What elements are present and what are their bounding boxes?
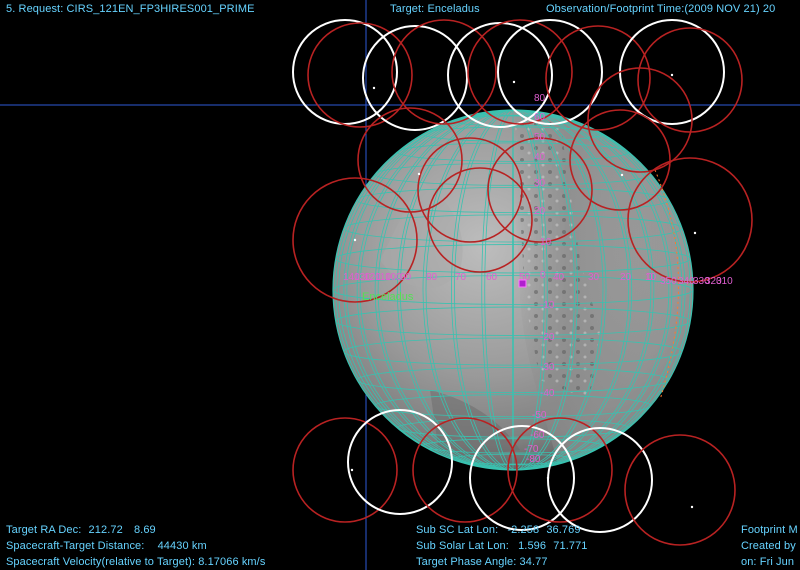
footprint-mode-label: Footprint M xyxy=(741,524,798,536)
longitude-label: 60 xyxy=(486,272,498,283)
latitude-label: 0 xyxy=(540,270,546,281)
footprint-ring-red xyxy=(637,27,743,133)
sub-sc-row: Sub SC Lat Lon: -2.258 36.769 xyxy=(416,524,581,536)
target-label: Target: Enceladus xyxy=(390,3,480,15)
footprint-ring-red xyxy=(292,417,398,523)
distance-row: Spacecraft-Target Distance: 44430 km xyxy=(6,540,207,552)
sub-solar-lat: 1.596 xyxy=(518,540,547,552)
observation-time-label: Observation/Footprint Time:(2009 NOV 21)… xyxy=(546,3,776,15)
longitude-label: 70 xyxy=(455,272,467,283)
phase-angle-label: Target Phase Angle: 34.77 xyxy=(416,556,548,568)
latitude-label: 80 xyxy=(534,93,546,104)
longitude-label: 0 xyxy=(647,272,653,283)
footprint-ring-red xyxy=(624,434,736,546)
sub-solar-label: Sub Solar Lat Lon: xyxy=(416,540,509,552)
distance-label: Spacecraft-Target Distance: xyxy=(6,540,145,552)
footprint-ring-red xyxy=(587,67,693,173)
longitude-label: 30 xyxy=(588,272,600,283)
longitude-label: 310 xyxy=(716,276,733,287)
ra-dec-label: Target RA Dec: xyxy=(6,524,82,536)
longitude-label: 350 xyxy=(660,276,677,287)
distance-value: 44430 km xyxy=(157,540,207,552)
latitude-label: 20 xyxy=(534,206,546,217)
sub-sc-label: Sub SC Lat Lon: xyxy=(416,524,499,536)
target-name-label: Enceladus xyxy=(362,291,414,303)
latitude-label: -10 xyxy=(540,300,555,311)
enceladus-globe xyxy=(332,109,694,471)
planet-view[interactable]: 806050403020100-10-20-30-40-50-60-70-80 … xyxy=(0,0,800,570)
latitude-label: 60 xyxy=(534,112,546,123)
longitude-label: 20 xyxy=(620,272,632,283)
longitude-label: 90 xyxy=(400,272,412,283)
latitude-label: 30 xyxy=(534,178,546,189)
sub-solar-row: Sub Solar Lat Lon: 1.596 71.771 xyxy=(416,540,588,552)
created-date-label: on: Fri Jun xyxy=(741,556,795,568)
sub-sc-lat: -2.258 xyxy=(507,524,540,536)
footprint-ring-white xyxy=(497,19,603,125)
ra-dec-row: Target RA Dec: 212.72 8.69 xyxy=(6,524,156,536)
sub-spacecraft-marker[interactable] xyxy=(518,279,527,288)
created-by-label: Created by xyxy=(741,540,796,552)
sub-sc-lon: 36.769 xyxy=(546,524,581,536)
latitude-label: -20 xyxy=(540,332,555,343)
longitude-label: 40 xyxy=(553,272,565,283)
latitude-label: -30 xyxy=(540,362,555,373)
longitude-label: 80 xyxy=(426,272,438,283)
latitude-label: -50 xyxy=(532,410,547,421)
latitude-label: -60 xyxy=(530,430,545,441)
request-label: 5. Request: CIRS_121EN_FP3HIRES001_PRIME xyxy=(6,3,255,15)
latitude-label: 50 xyxy=(534,132,546,143)
latitude-label: 10 xyxy=(540,237,552,248)
footprint-ring-white xyxy=(619,19,725,125)
latitude-label: 40 xyxy=(534,152,546,163)
dec-value: 8.69 xyxy=(133,524,156,536)
latitude-label: -40 xyxy=(540,388,555,399)
ra-value: 212.72 xyxy=(88,524,123,536)
velocity-label: Spacecraft Velocity(relative to Target):… xyxy=(6,556,266,568)
latitude-label: -80 xyxy=(526,454,541,465)
sub-solar-lon: 71.771 xyxy=(553,540,588,552)
